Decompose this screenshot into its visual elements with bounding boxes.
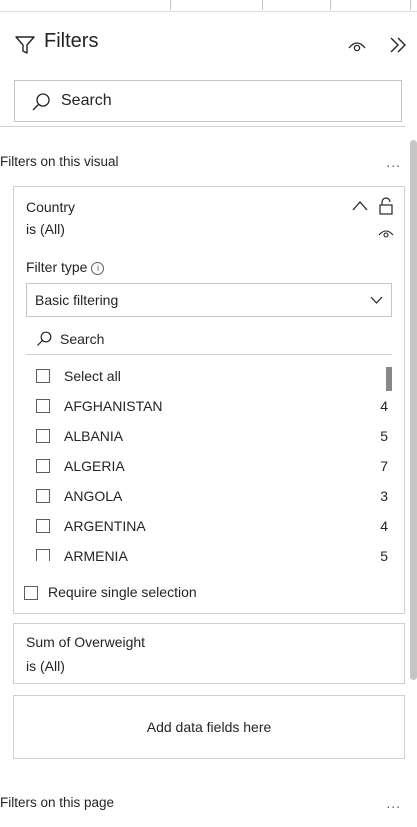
checkbox[interactable] <box>24 586 38 600</box>
list-item[interactable]: ANGOLA 3 <box>26 485 392 509</box>
filter-card-sum-overweight[interactable]: Sum of Overweight is (All) <box>13 623 405 684</box>
filter-type-value: Basic filtering <box>35 292 119 308</box>
list-item[interactable]: ALBANIA 5 <box>26 425 392 449</box>
filter-card-country: Country is (All) Filter type i Basic filt… <box>13 186 405 614</box>
list-item-count: 4 <box>380 518 388 534</box>
list-item-count: 3 <box>380 488 388 504</box>
caret-up-icon[interactable] <box>352 199 368 213</box>
list-item-count: 5 <box>380 548 388 561</box>
chevron-down-icon <box>370 296 383 304</box>
list-item-label: AFGHANISTAN <box>64 398 163 414</box>
filter-icon <box>15 36 35 54</box>
filter-type-dropdown[interactable]: Basic filtering <box>26 283 392 317</box>
more-options-button[interactable]: ... <box>386 154 401 170</box>
search-icon <box>32 93 50 111</box>
divider <box>0 126 405 127</box>
filter-field-name: Sum of Overweight <box>26 634 146 650</box>
filter-type-text: Filter type <box>26 259 88 275</box>
list-item[interactable]: ALGERIA 7 <box>26 455 392 479</box>
value-list: Select all AFGHANISTAN 4 ALBANIA 5 ALGER… <box>26 361 392 561</box>
checkbox[interactable] <box>36 369 50 383</box>
list-item-count: 4 <box>380 398 388 414</box>
checkbox[interactable] <box>36 489 50 503</box>
collapse-icon[interactable] <box>387 34 409 56</box>
list-item-label: ARMENIA <box>64 548 128 561</box>
require-single-label: Require single selection <box>48 584 197 600</box>
list-search[interactable] <box>26 325 392 355</box>
list-item-count: 7 <box>380 458 388 474</box>
pane-scrollbar[interactable] <box>410 140 417 680</box>
list-item-label: Select all <box>64 368 121 384</box>
tab-separator <box>262 0 263 10</box>
tab-separator <box>170 0 171 10</box>
top-tab-strip <box>0 0 417 12</box>
list-item[interactable]: ARMENIA 5 <box>26 545 392 561</box>
list-search-input[interactable] <box>60 327 380 351</box>
more-options-button[interactable]: ... <box>386 795 401 811</box>
info-icon[interactable]: i <box>91 262 105 275</box>
filter-field-name: Country <box>26 199 76 215</box>
lock-icon[interactable] <box>378 196 394 216</box>
checkbox[interactable] <box>36 429 50 443</box>
eye-icon[interactable] <box>378 225 394 239</box>
filter-search[interactable] <box>14 80 402 122</box>
list-item-select-all[interactable]: Select all <box>26 365 392 389</box>
section-page-label: Filters on this page <box>0 795 115 810</box>
tab-separator <box>410 0 411 10</box>
tab-separator <box>330 0 331 10</box>
checkbox[interactable] <box>36 399 50 413</box>
search-input[interactable] <box>61 87 391 115</box>
list-item-count: 5 <box>380 428 388 444</box>
filter-condition: is (All) <box>26 221 65 237</box>
list-scrollbar[interactable] <box>386 367 392 391</box>
section-visual-label: Filters on this visual <box>0 154 119 169</box>
list-item[interactable]: AFGHANISTAN 4 <box>26 395 392 419</box>
filter-type-label: Filter type i <box>26 259 105 275</box>
filter-condition: is (All) <box>26 658 65 674</box>
pane-title: Filters <box>44 30 99 52</box>
checkbox[interactable] <box>36 549 50 561</box>
list-item-label: ALGERIA <box>64 458 125 474</box>
list-item-label: ALBANIA <box>64 428 124 444</box>
add-data-fields-dropzone[interactable]: Add data fields here <box>13 695 405 759</box>
list-item[interactable]: ARGENTINA 4 <box>26 515 392 539</box>
list-item-label: ARGENTINA <box>64 518 146 534</box>
eye-icon[interactable] <box>347 36 367 54</box>
filters-header: Filters <box>14 30 409 60</box>
checkbox[interactable] <box>36 459 50 473</box>
list-item-label: ANGOLA <box>64 488 123 504</box>
search-icon <box>37 331 52 346</box>
checkbox[interactable] <box>36 519 50 533</box>
